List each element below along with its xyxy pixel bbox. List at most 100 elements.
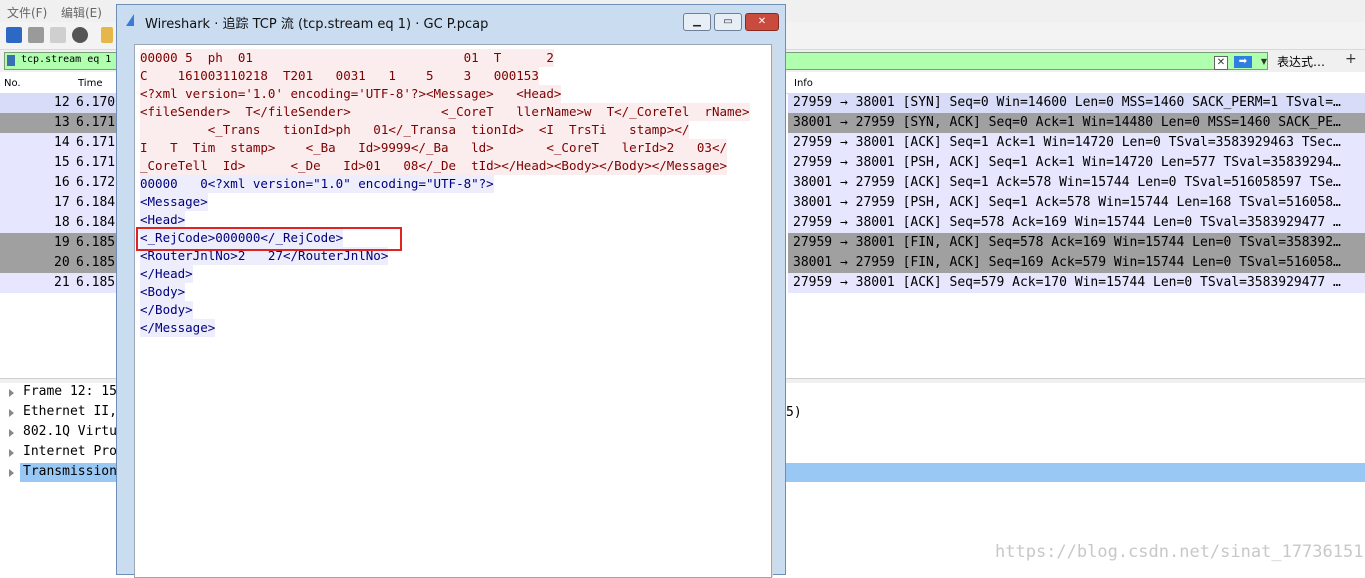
- filter-text: tcp.stream eq 1: [21, 54, 112, 65]
- packet-row-info[interactable]: 38001 → 27959 [ACK] Seq=1 Ack=578 Win=15…: [788, 173, 1365, 193]
- packet-row-info[interactable]: 38001 → 27959 [PSH, ACK] Seq=1 Ack=578 W…: [788, 193, 1365, 213]
- packet-no: 17: [54, 195, 70, 210]
- packet-info: 38001 → 27959 [FIN, ACK] Seq=169 Ack=579…: [793, 255, 1341, 270]
- minimize-icon[interactable]: ▁: [683, 13, 711, 31]
- packet-time: 6.184: [76, 195, 116, 210]
- server-stream-line: </Message>: [140, 319, 216, 337]
- clear-filter-icon[interactable]: ✕: [1214, 56, 1228, 70]
- packet-time: 6.185: [76, 235, 116, 250]
- detail-label: Ethernet II,: [23, 404, 117, 419]
- packet-no: 20: [54, 255, 70, 270]
- packet-time: 6.171: [76, 135, 116, 150]
- packet-no: 18: [54, 215, 70, 230]
- packet-no: 15: [54, 155, 70, 170]
- packet-row-info[interactable]: 38001 → 27959 [SYN, ACK] Seq=0 Ack=1 Win…: [788, 113, 1365, 133]
- packet-row-left[interactable]: 21 6.185: [0, 273, 118, 293]
- column-no[interactable]: No.: [4, 78, 21, 89]
- stop-capture-icon[interactable]: [28, 27, 44, 43]
- menu-edit[interactable]: 编辑(E): [61, 4, 102, 21]
- server-stream-line: 00000 0<?xml version="1.0" encoding="UTF…: [140, 175, 494, 193]
- expand-arrow-icon[interactable]: [9, 449, 14, 457]
- packet-time: 6.170: [76, 95, 116, 110]
- detail-tree-row[interactable]: Ethernet II,: [0, 403, 117, 423]
- packet-info: 38001 → 27959 [PSH, ACK] Seq=1 Ack=578 W…: [793, 195, 1341, 210]
- dialog-title-bar[interactable]: Wireshark · 追踪 TCP 流 (tcp.stream eq 1) ·…: [117, 5, 785, 35]
- server-stream-line: </Head>: [140, 265, 193, 283]
- packet-row-left[interactable]: 12 6.170: [0, 93, 118, 113]
- packet-time: 6.172: [76, 175, 116, 190]
- wireshark-logo-icon: [126, 14, 134, 26]
- packet-row-info[interactable]: 27959 → 38001 [SYN] Seq=0 Win=14600 Len=…: [788, 93, 1365, 113]
- packet-no: 21: [54, 275, 70, 290]
- packet-row-left[interactable]: 16 6.172: [0, 173, 118, 193]
- filter-history-dropdown-icon[interactable]: ▼: [1258, 56, 1270, 68]
- column-info[interactable]: Info: [794, 78, 813, 89]
- packet-no: 19: [54, 235, 70, 250]
- packet-row-left[interactable]: 19 6.185: [0, 233, 118, 253]
- detail-tree-row[interactable]: Internet Pro: [0, 443, 117, 463]
- capture-options-icon[interactable]: [72, 27, 88, 43]
- packet-row-info[interactable]: 38001 → 27959 [FIN, ACK] Seq=169 Ack=579…: [788, 253, 1365, 273]
- expand-arrow-icon[interactable]: [9, 469, 14, 477]
- detail-label: Transmission: [23, 464, 117, 479]
- packet-time: 6.171: [76, 155, 116, 170]
- detail-fragment: 5): [786, 405, 802, 420]
- client-stream-line: C 161003110218 T201 0031 1 5 3 000153: [140, 67, 539, 85]
- packet-row-info[interactable]: 27959 → 38001 [ACK] Seq=1 Ack=1 Win=1472…: [788, 133, 1365, 153]
- packet-info: 27959 → 38001 [ACK] Seq=579 Ack=170 Win=…: [793, 275, 1341, 290]
- packet-no: 16: [54, 175, 70, 190]
- server-stream-line: </Body>: [140, 301, 193, 319]
- client-stream-line: <_Trans tionId>ph 01</_Transa tionId> <I…: [140, 121, 690, 139]
- detail-tree-row[interactable]: 802.1Q Virtu: [0, 423, 117, 443]
- packet-time: 6.171: [76, 115, 116, 130]
- packet-info: 27959 → 38001 [ACK] Seq=578 Ack=169 Win=…: [793, 215, 1341, 230]
- maximize-icon[interactable]: ▭: [714, 13, 742, 31]
- server-stream-line: <Message>: [140, 193, 208, 211]
- packet-info: 38001 → 27959 [ACK] Seq=1 Ack=578 Win=15…: [793, 175, 1341, 190]
- packet-row-left[interactable]: 13 6.171: [0, 113, 118, 133]
- packet-row-info[interactable]: 27959 → 38001 [ACK] Seq=579 Ack=170 Win=…: [788, 273, 1365, 293]
- packet-row-left[interactable]: 17 6.184: [0, 193, 118, 213]
- detail-tree-row[interactable]: Frame 12: 15: [0, 383, 117, 403]
- packet-row-left[interactable]: 15 6.171: [0, 153, 118, 173]
- packet-no: 12: [54, 95, 70, 110]
- packet-row-left[interactable]: 18 6.184: [0, 213, 118, 233]
- add-filter-button[interactable]: +: [1345, 51, 1357, 67]
- watermark: https://blog.csdn.net/sinat_17736151: [995, 542, 1364, 562]
- client-stream-line: <?xml version='1.0' encoding='UTF-8'?><M…: [140, 85, 562, 103]
- client-stream-line: _CoreTell Id> <_De Id>01 08</_De tId></H…: [140, 157, 727, 175]
- packet-info: 38001 → 27959 [SYN, ACK] Seq=0 Ack=1 Win…: [793, 115, 1341, 130]
- client-stream-line: <fileSender> T</fileSender> <_CoreT ller…: [140, 103, 750, 121]
- bookmark-icon[interactable]: [7, 55, 15, 66]
- follow-tcp-stream-dialog: Wireshark · 追踪 TCP 流 (tcp.stream eq 1) ·…: [116, 4, 786, 578]
- packet-row-info[interactable]: 27959 → 38001 [PSH, ACK] Seq=1 Ack=1 Win…: [788, 153, 1365, 173]
- packet-row-left[interactable]: 20 6.185: [0, 253, 118, 273]
- packet-row-left[interactable]: 14 6.171: [0, 133, 118, 153]
- packet-time: 6.185: [76, 275, 116, 290]
- restart-capture-icon[interactable]: [50, 27, 66, 43]
- content-border: [772, 45, 773, 577]
- expand-arrow-icon[interactable]: [9, 389, 14, 397]
- packet-info: 27959 → 38001 [SYN] Seq=0 Win=14600 Len=…: [793, 95, 1341, 110]
- rejcode-highlight-box: [136, 227, 402, 251]
- client-stream-line: I T Tim stamp> <_Ba Id>9999</_Ba ld> <_C…: [140, 139, 727, 157]
- stream-content-area[interactable]: 00000 5 ph 01 01 T 2C 161003110218 T201 …: [134, 44, 773, 578]
- close-icon[interactable]: ✕: [745, 13, 779, 31]
- open-file-icon[interactable]: [101, 27, 113, 43]
- packet-row-info[interactable]: 27959 → 38001 [ACK] Seq=578 Ack=169 Win=…: [788, 213, 1365, 233]
- packet-time: 6.185: [76, 255, 116, 270]
- shark-fin-icon[interactable]: [6, 27, 22, 43]
- packet-info: 27959 → 38001 [ACK] Seq=1 Ack=1 Win=1472…: [793, 135, 1341, 150]
- column-time[interactable]: Time: [78, 78, 102, 89]
- packet-time: 6.184: [76, 215, 116, 230]
- expression-button[interactable]: 表达式…: [1277, 53, 1325, 70]
- packet-row-info[interactable]: 27959 → 38001 [FIN, ACK] Seq=578 Ack=169…: [788, 233, 1365, 253]
- detail-label: Frame 12: 15: [23, 384, 117, 399]
- detail-label: 802.1Q Virtu: [23, 424, 117, 439]
- apply-filter-icon[interactable]: ➡: [1234, 56, 1252, 68]
- detail-label: Internet Pro: [23, 444, 117, 459]
- expand-arrow-icon[interactable]: [9, 429, 14, 437]
- expand-arrow-icon[interactable]: [9, 409, 14, 417]
- detail-tree-row[interactable]: Transmission: [0, 463, 117, 483]
- menu-file[interactable]: 文件(F): [7, 4, 47, 21]
